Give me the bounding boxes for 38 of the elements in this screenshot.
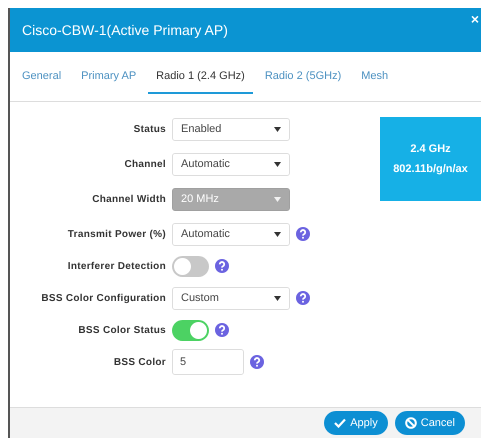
- field-label: Transmit Power (%): [66, 228, 167, 240]
- field-label: Status: [132, 124, 167, 134]
- caret-icon: [274, 232, 281, 236]
- close-button[interactable]: ×: [468, 11, 481, 27]
- dropdown[interactable]: Automatic: [172, 152, 290, 176]
- input-field[interactable]: 5: [172, 349, 244, 375]
- caret-icon: [274, 196, 281, 202]
- caret-icon: [274, 296, 281, 300]
- tab[interactable]: Mesh: [353, 64, 396, 94]
- field-label: BSS Color Configuration: [40, 292, 167, 304]
- check-icon: [334, 418, 346, 428]
- apply-button[interactable]: Apply: [324, 411, 388, 435]
- help-icon[interactable]: [215, 323, 229, 337]
- band-text: 802.11b/g/n/ax: [393, 163, 468, 175]
- help-icon[interactable]: [215, 259, 229, 273]
- prohibited-icon: [404, 417, 417, 429]
- tab[interactable]: General: [14, 64, 70, 94]
- toggle-switch[interactable]: [172, 320, 209, 340]
- field-label: Channel Width: [91, 194, 167, 204]
- field-label: BSS Color: [112, 356, 167, 368]
- dropdown[interactable]: Automatic: [172, 222, 290, 246]
- help-icon[interactable]: [250, 355, 264, 369]
- dropdown[interactable]: Enabled: [172, 118, 290, 140]
- cancel-button[interactable]: Cancel: [394, 411, 465, 435]
- field-label: Interferer Detection: [66, 260, 167, 272]
- dropdown[interactable]: Custom: [172, 286, 290, 310]
- toggle-switch[interactable]: [172, 256, 209, 276]
- tab[interactable]: Primary AP: [73, 64, 144, 94]
- band-text: 2.4 GHz: [410, 143, 451, 155]
- caret-icon: [274, 162, 281, 166]
- help-icon[interactable]: [296, 227, 310, 241]
- help-icon[interactable]: [296, 291, 310, 305]
- caret-icon: [274, 126, 281, 132]
- tab[interactable]: Radio 1 (2.4 GHz): [148, 64, 253, 94]
- dialog-title: Cisco-CBW-1(Active Primary AP): [22, 22, 228, 38]
- field-label: Channel: [123, 158, 167, 170]
- tab[interactable]: Radio 2 (5GHz): [256, 64, 350, 94]
- field-label: BSS Color Status: [77, 324, 167, 336]
